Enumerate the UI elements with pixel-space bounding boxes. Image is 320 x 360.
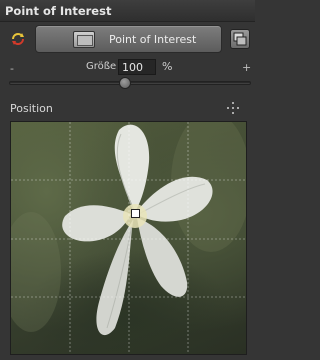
flower-image (11, 122, 246, 354)
position-label: Position (10, 102, 53, 115)
poi-marker[interactable] (131, 209, 140, 218)
mode-button[interactable]: Point of Interest (35, 25, 222, 53)
size-slider-handle[interactable] (119, 77, 131, 89)
size-unit: % (162, 60, 173, 73)
size-max-label: + (242, 61, 252, 74)
reset-button[interactable] (8, 29, 28, 49)
reset-cycle-icon (12, 33, 24, 45)
size-min-label: - (10, 62, 14, 75)
image-preview[interactable] (10, 121, 247, 355)
center-target-icon (227, 102, 239, 114)
view-toggle-button[interactable] (230, 29, 250, 49)
mode-label: Point of Interest (109, 33, 197, 46)
size-label: Größe (86, 61, 117, 72)
view-toggle-icon (233, 32, 247, 46)
size-input[interactable]: 100 (118, 59, 156, 75)
frame-icon (73, 31, 95, 48)
panel-title: Point of Interest (0, 0, 255, 22)
center-button[interactable] (223, 99, 243, 117)
